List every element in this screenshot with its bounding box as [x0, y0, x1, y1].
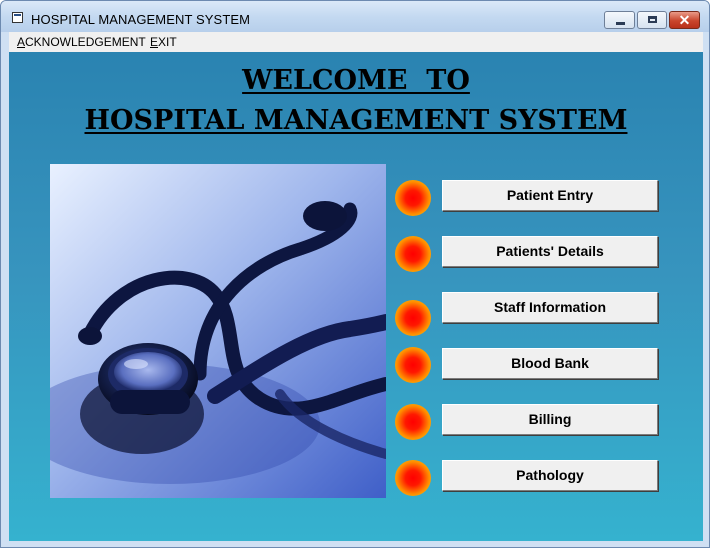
- window-title: HOSPITAL MANAGEMENT SYSTEM: [31, 12, 251, 27]
- minimize-icon: [616, 22, 625, 25]
- red-orb-icon: [395, 347, 431, 383]
- menu-exit[interactable]: EXIT: [150, 35, 177, 49]
- maximize-button[interactable]: [637, 11, 667, 29]
- minimize-button[interactable]: [604, 11, 635, 29]
- patient-entry-button[interactable]: Patient Entry: [442, 180, 658, 211]
- menu-bar: ACKNOWLEDGEMENT EXIT: [9, 32, 703, 52]
- staff-information-button[interactable]: Staff Information: [442, 292, 658, 323]
- close-button[interactable]: ✕: [669, 11, 700, 29]
- red-orb-icon: [395, 460, 431, 496]
- menu-acknowledgement[interactable]: ACKNOWLEDGEMENT: [17, 35, 146, 49]
- window-app-icon[interactable]: [12, 12, 23, 23]
- menu-exit-label: XIT: [158, 35, 177, 49]
- red-orb-icon: [395, 404, 431, 440]
- menu-acknowledgement-mnemonic: A: [17, 35, 26, 49]
- system-heading: HOSPITAL MANAGEMENT SYSTEM: [84, 105, 628, 136]
- close-icon: ✕: [678, 12, 691, 28]
- billing-button[interactable]: Billing: [442, 404, 658, 435]
- main-panel: WELCOME TO HOSPITAL MANAGEMENT SYSTEM Pa…: [9, 52, 703, 541]
- title-bar[interactable]: HOSPITAL MANAGEMENT SYSTEM ✕: [1, 1, 709, 32]
- red-orb-icon: [395, 300, 431, 336]
- maximize-icon: [648, 16, 657, 23]
- blood-bank-button[interactable]: Blood Bank: [442, 348, 658, 379]
- patients-details-button[interactable]: Patients' Details: [442, 236, 658, 267]
- red-orb-icon: [395, 180, 431, 216]
- pathology-button[interactable]: Pathology: [442, 460, 658, 491]
- stethoscope-image: [50, 164, 386, 498]
- app-window: HOSPITAL MANAGEMENT SYSTEM ✕ ACKNOWLEDGE…: [0, 0, 710, 548]
- menu-exit-mnemonic: E: [150, 35, 159, 49]
- menu-acknowledgement-label: CKNOWLEDGEMENT: [25, 35, 146, 49]
- red-orb-icon: [395, 236, 431, 272]
- welcome-heading: WELCOME TO: [242, 65, 470, 96]
